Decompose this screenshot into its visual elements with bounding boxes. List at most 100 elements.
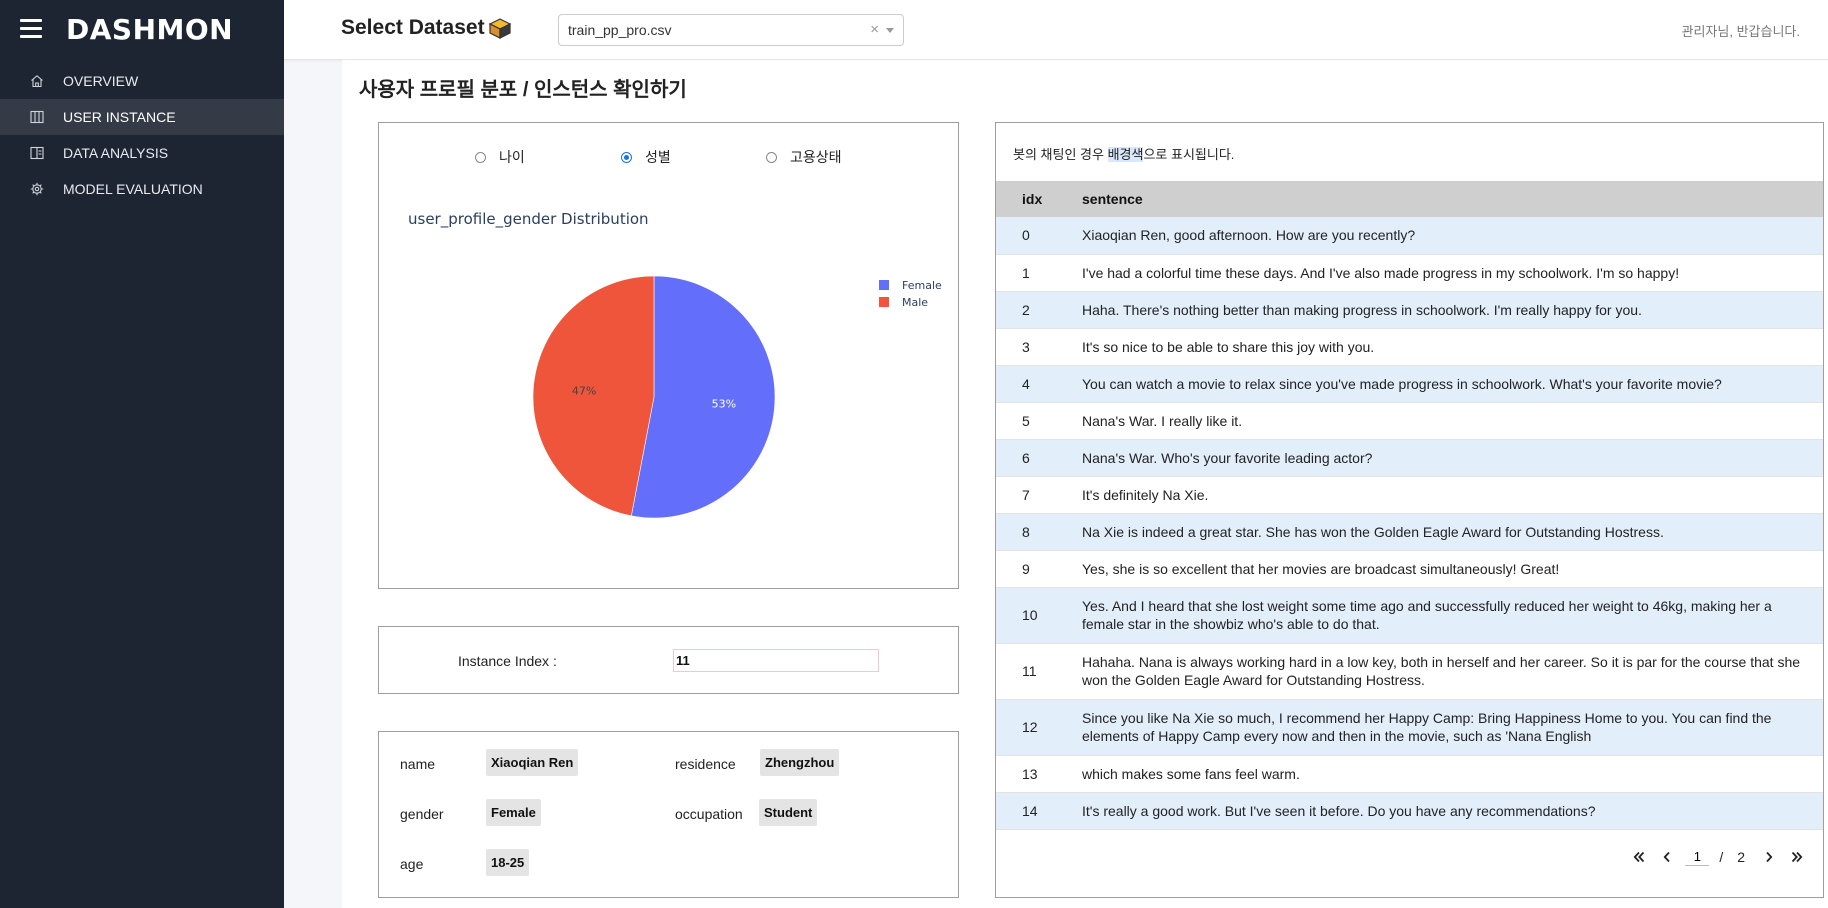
user-profile-card: name Xiaoqian Ren residence Zhengzhou ge… — [378, 731, 959, 898]
page-title: 사용자 프로필 분포 / 인스턴스 확인하기 — [359, 79, 687, 101]
table-note: 봇의 채팅인 경우 배경색으로 표시됩니다. — [1013, 144, 1234, 163]
gear-icon — [30, 182, 44, 196]
row-sentence: I've had a colorful time these days. And… — [1082, 254, 1823, 292]
profile-age-label: age — [400, 856, 424, 872]
table-row: 3 It's so nice to be able to share this j… — [996, 328, 1823, 366]
row-sentence: Hahaha. Nana is always working hard in a… — [1082, 643, 1823, 700]
dialogue-table-card: 봇의 채팅인 경우 배경색으로 표시됩니다. idx sentence 0 Xia… — [995, 122, 1824, 898]
last-page-icon[interactable] — [1790, 850, 1804, 864]
chart-title: user_profile_gender Distribution — [408, 210, 649, 229]
profile-residence-label: residence — [675, 756, 736, 772]
top-header: Select Dataset train_pp_pro.csv × 관리자님, … — [284, 0, 1828, 60]
profile-occupation-value: Student — [759, 799, 818, 826]
book-icon — [30, 146, 44, 160]
sidebar-nav: OVERVIEW USER INSTANCE DATA ANALYSIS MOD… — [0, 63, 284, 207]
profile-residence-value: Zhengzhou — [760, 749, 840, 776]
row-sentence: Haha. There's nothing better than making… — [1082, 291, 1823, 329]
column-header-idx[interactable]: idx — [996, 181, 1082, 217]
table-row: 7 It's definitely Na Xie. — [996, 476, 1823, 514]
row-idx: 11 — [996, 643, 1082, 700]
sidebar-item-overview[interactable]: OVERVIEW — [0, 63, 284, 99]
table-row: 8 Na Xie is indeed a great star. She has … — [996, 513, 1823, 551]
dialogue-table: idx sentence 0 Xiaoqian Ren, good afterno… — [996, 181, 1823, 830]
user-greeting: 관리자님, 반갑습니다. — [1681, 24, 1800, 39]
previous-page-icon[interactable] — [1660, 850, 1674, 864]
table-row: 11 Hahaha. Nana is always working hard in… — [996, 643, 1823, 700]
table-row: 12 Since you like Na Xie so much, I recom… — [996, 699, 1823, 756]
row-idx: 0 — [996, 217, 1082, 255]
instance-index-input[interactable] — [673, 649, 879, 672]
row-sentence: Nana's War. I really like it. — [1082, 402, 1823, 440]
row-sentence: It's really a good work. But I've seen i… — [1082, 792, 1823, 830]
sidebar-item-data-analysis[interactable]: DATA ANALYSIS — [0, 135, 284, 171]
home-icon — [30, 74, 44, 88]
table-row: 1 I've had a colorful time these days. An… — [996, 254, 1823, 292]
profile-name-value: Xiaoqian Ren — [486, 749, 579, 776]
row-sentence: Na Xie is indeed a great star. She has w… — [1082, 513, 1823, 551]
row-sentence: It's so nice to be able to share this jo… — [1082, 328, 1823, 366]
row-idx: 3 — [996, 328, 1082, 366]
row-idx: 6 — [996, 439, 1082, 477]
table-row: 5 Nana's War. I really like it. — [996, 402, 1823, 440]
profile-gender-label: gender — [400, 806, 444, 822]
page-number-input[interactable] — [1685, 848, 1710, 866]
dataset-dropdown[interactable]: train_pp_pro.csv × — [558, 14, 904, 46]
pagination: / 2 — [1625, 847, 1811, 867]
table-row: 9 Yes, she is so excellent that her movie… — [996, 550, 1823, 588]
pie-chart: user_profile_gender Distribution 53%47% … — [408, 210, 942, 519]
table-row: 2 Haha. There's nothing better than makin… — [996, 291, 1823, 329]
sidebar-item-model-evaluation[interactable]: MODEL EVALUATION — [0, 171, 284, 207]
legend-swatch[interactable] — [879, 297, 889, 307]
table-header-row: idx sentence — [996, 181, 1823, 217]
columns-icon — [30, 110, 44, 124]
legend-label[interactable]: Male — [902, 296, 928, 309]
select-dataset-label: Select Dataset — [341, 16, 485, 39]
sidebar-item-label: DATA ANALYSIS — [63, 145, 169, 161]
table-row: 13 which makes some fans feel warm. — [996, 755, 1823, 793]
instance-index-card: Instance Index : — [378, 626, 959, 694]
legend-swatch[interactable] — [879, 280, 889, 290]
row-sentence: It's definitely Na Xie. — [1082, 476, 1823, 514]
row-idx: 9 — [996, 550, 1082, 588]
row-sentence: Yes, she is so excellent that her movies… — [1082, 550, 1823, 588]
pie-value-label: 53% — [712, 398, 736, 411]
row-sentence: which makes some fans feel warm. — [1082, 755, 1823, 793]
dataset-selected-value: train_pp_pro.csv — [568, 22, 672, 38]
menu-icon[interactable] — [20, 19, 42, 39]
row-sentence: You can watch a movie to relax since you… — [1082, 365, 1823, 403]
row-sentence: Nana's War. Who's your favorite leading … — [1082, 439, 1823, 477]
row-idx: 2 — [996, 291, 1082, 329]
row-idx: 8 — [996, 513, 1082, 551]
row-sentence: Since you like Na Xie so much, I recomme… — [1082, 699, 1823, 756]
note-text: 봇의 채팅인 경우 — [1013, 147, 1108, 162]
row-sentence: Yes. And I heard that she lost weight so… — [1082, 587, 1823, 644]
row-idx: 7 — [996, 476, 1082, 514]
instance-index-label: Instance Index : — [458, 653, 557, 669]
first-page-icon[interactable] — [1632, 850, 1646, 864]
note-highlight: 배경색 — [1107, 147, 1144, 162]
row-idx: 1 — [996, 254, 1082, 292]
row-idx: 4 — [996, 365, 1082, 403]
column-header-sentence[interactable]: sentence — [1082, 181, 1823, 217]
row-idx: 12 — [996, 699, 1082, 756]
next-page-icon[interactable] — [1762, 850, 1776, 864]
row-idx: 10 — [996, 587, 1082, 644]
profile-age-value: 18-25 — [486, 849, 530, 876]
sidebar-item-label: USER INSTANCE — [63, 109, 176, 125]
clear-icon[interactable]: × — [870, 21, 879, 38]
package-icon — [487, 16, 513, 40]
page-separator: / — [1719, 849, 1724, 865]
row-idx: 5 — [996, 402, 1082, 440]
sidebar-item-label: OVERVIEW — [63, 73, 139, 89]
profile-occupation-label: occupation — [675, 806, 743, 822]
brand-bar: DASHMON — [0, 0, 284, 60]
legend-label[interactable]: Female — [902, 279, 942, 292]
profile-gender-value: Female — [486, 799, 541, 826]
table-row: 10 Yes. And I heard that she lost weight … — [996, 587, 1823, 644]
brand-name: DASHMON — [66, 13, 234, 46]
sidebar-item-user-instance[interactable]: USER INSTANCE — [0, 99, 284, 135]
chevron-down-icon[interactable] — [886, 28, 894, 33]
main-panel: 사용자 프로필 분포 / 인스턴스 확인하기 나이 성별 고용상태 user_p… — [342, 60, 1828, 908]
page-total: 2 — [1737, 849, 1745, 865]
row-idx: 14 — [996, 792, 1082, 830]
